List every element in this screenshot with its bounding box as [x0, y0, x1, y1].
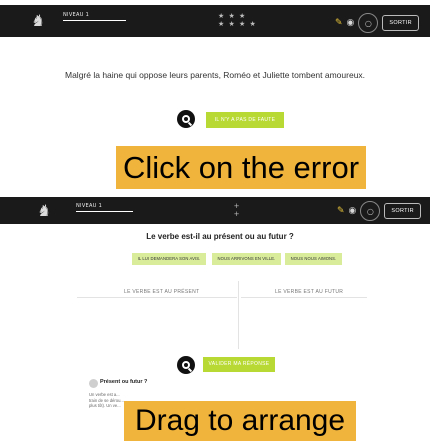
draggable-chip[interactable]: NOUS ARRIVONS EN VILLE.	[212, 253, 281, 265]
exercise-sentence[interactable]: Malgré la haine qui oppose leurs parents…	[65, 70, 385, 81]
drop-zone-present[interactable]	[77, 297, 237, 298]
level-progress-line	[63, 20, 126, 21]
help-title: Présent ou futur ?	[100, 379, 148, 385]
help-text: Un verbe est a... train de se dérou... p…	[89, 392, 124, 408]
pencil-icon[interactable]: ✎	[335, 18, 343, 28]
toolbar-right: ✎ ◉ ○ SORTIR	[337, 201, 421, 221]
circle-menu-icon[interactable]: ○	[358, 13, 379, 33]
column-divider	[238, 281, 239, 349]
level-label: NIVEAU 1	[76, 203, 103, 209]
magnifier-icon[interactable]	[177, 110, 195, 128]
draggable-chip[interactable]: IL LUI DEMANDERA SON AVIS.	[132, 253, 206, 265]
magnifier-icon[interactable]	[177, 356, 195, 374]
stars-rating: + +	[233, 202, 241, 218]
toolbar-right: ✎ ◉ ○ SORTIR	[335, 13, 419, 33]
draggable-chip[interactable]: NOUS NOUS AIMONS.	[285, 253, 342, 265]
level-progress-line	[76, 211, 133, 212]
question-title: Le verbe est-il au présent ou au futur ?	[146, 232, 294, 241]
drop-zone-future[interactable]	[241, 297, 367, 298]
column-present-header: LE VERBE EST AU PRÉSENT	[124, 289, 200, 295]
top-bar-2: ♞ NIVEAU 1 + + ✎ ◉ ○ SORTIR	[0, 197, 430, 224]
exit-button[interactable]: SORTIR	[382, 15, 419, 31]
pencil-icon[interactable]: ✎	[337, 206, 345, 216]
exit-button[interactable]: SORTIR	[384, 203, 421, 219]
level-label: NIVEAU 1	[63, 12, 90, 18]
validate-button[interactable]: VALIDER MA RÉPONSE	[203, 357, 275, 372]
top-bar-1: ♞ NIVEAU 1 ★ ★ ★ ★ ★ ★ ★ ✎ ◉ ○ SORTIR	[0, 5, 430, 37]
caption-drag-arrange: Drag to arrange	[124, 401, 356, 441]
column-future-header: LE VERBE EST AU FUTUR	[275, 289, 344, 295]
eye-icon[interactable]: ◉	[347, 18, 355, 28]
caption-click-error: Click on the error	[116, 146, 366, 189]
horse-logo-icon[interactable]: ♞	[36, 201, 76, 221]
eye-icon[interactable]: ◉	[349, 206, 357, 216]
help-circle-icon	[89, 379, 98, 388]
stars-rating: ★ ★ ★ ★ ★ ★ ★	[218, 12, 257, 28]
circle-menu-icon[interactable]: ○	[360, 201, 381, 221]
no-error-button[interactable]: IL N'Y A PAS DE FAUTE	[206, 112, 284, 128]
